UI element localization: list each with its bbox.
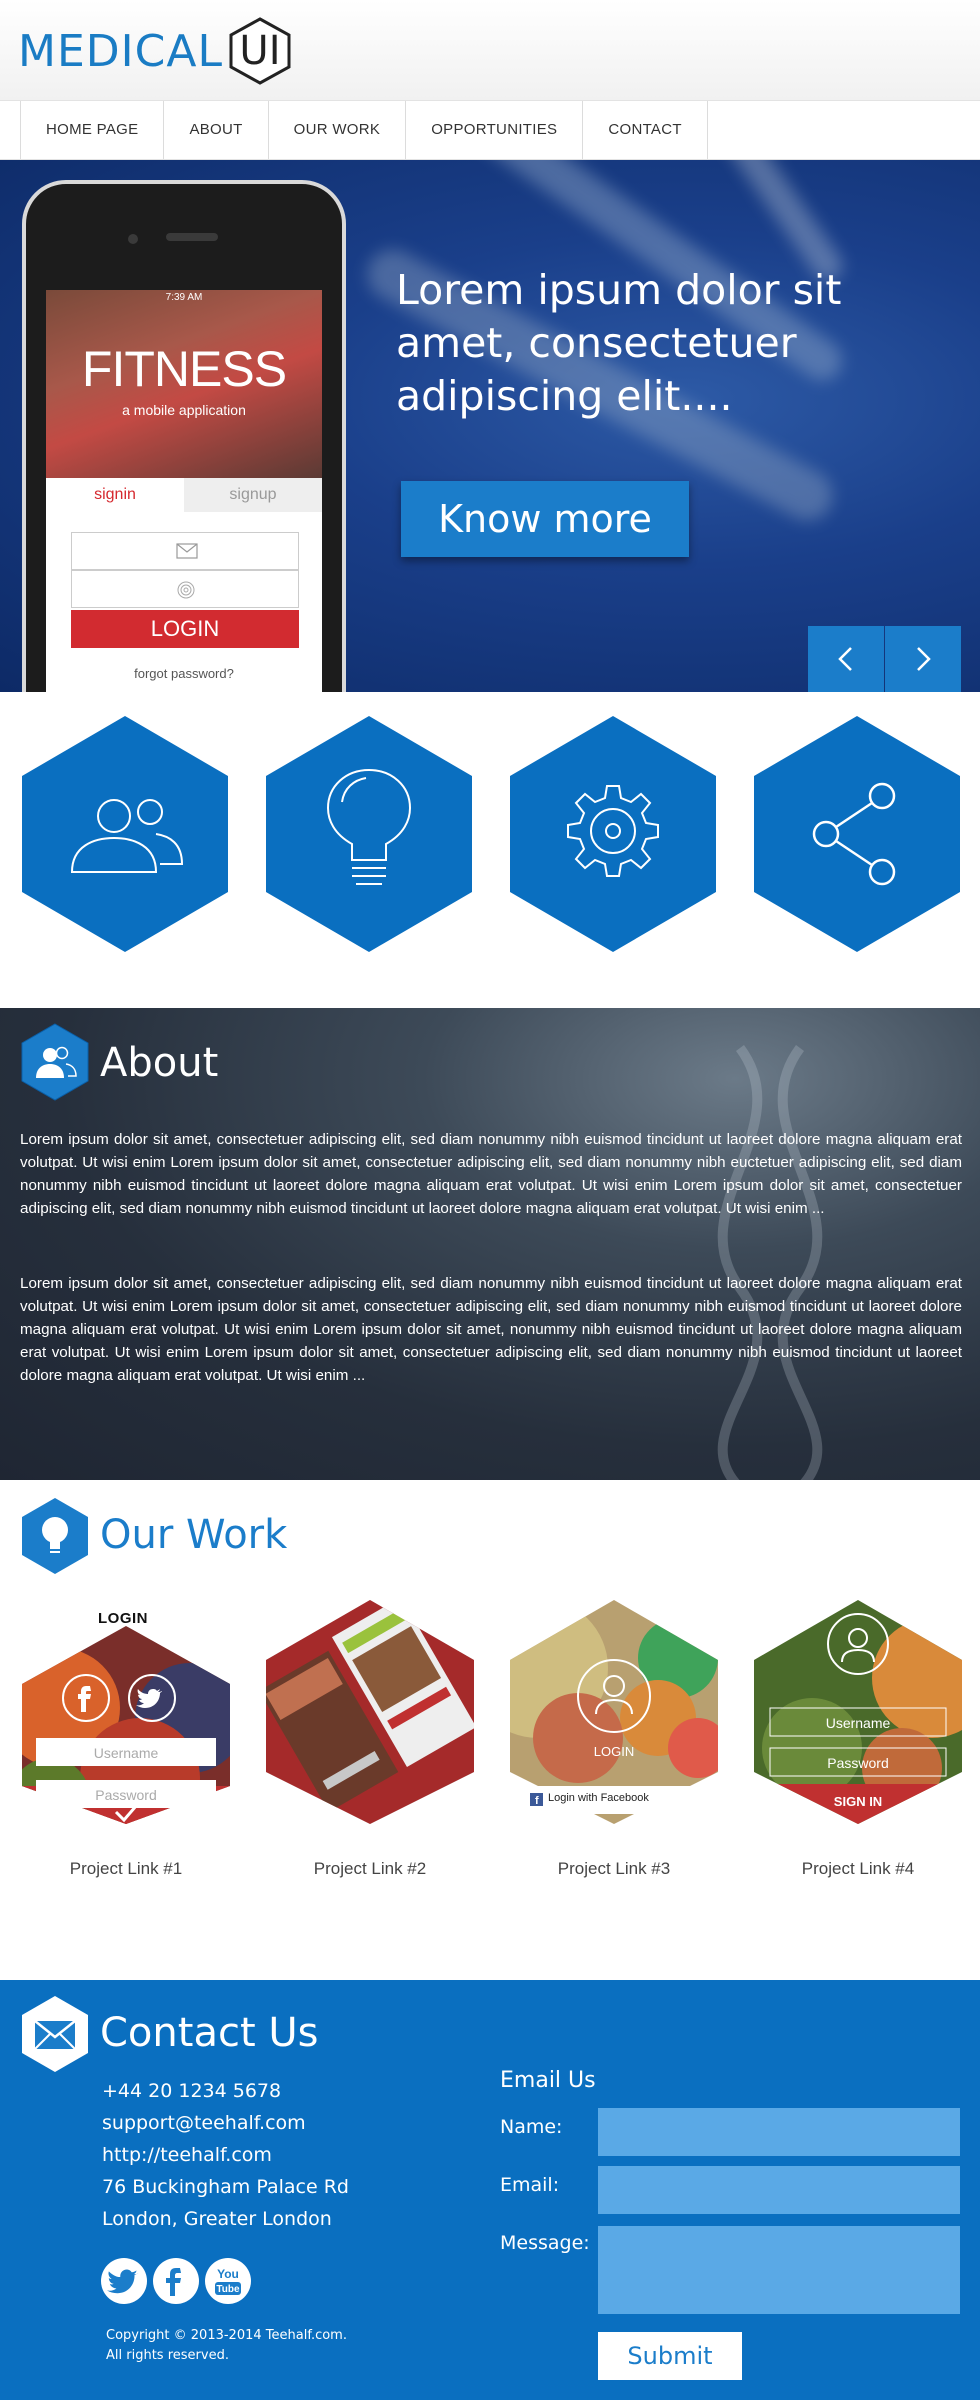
features-section <box>0 692 980 1008</box>
project-3-thumbnail[interactable]: f LOGIN Login with Facebook <box>508 1598 720 1824</box>
feature-share[interactable] <box>752 714 962 954</box>
youtube-wordmark-bottom: Tube <box>216 2284 240 2295</box>
about-paragraph-2: Lorem ipsum dolor sit amet, consectetuer… <box>20 1275 962 1384</box>
youtube-icon: You Tube <box>215 2267 241 2295</box>
project-4-thumbnail[interactable]: Username Password SIGN IN <box>752 1598 964 1824</box>
email-input[interactable] <box>598 2166 960 2214</box>
about-paragraph-1: Lorem ipsum dolor sit amet, consectetuer… <box>20 1131 962 1217</box>
mail-icon <box>176 543 198 559</box>
logo-badge: UI <box>227 16 293 86</box>
name-label: Name: <box>500 2116 563 2138</box>
our-work-section: Our Work LOGIN Username Password f LOGIN… <box>0 1480 980 1980</box>
project-4-sign-in-button: SIGN IN <box>833 1794 883 1809</box>
project-link-4[interactable]: Project Link #4 <box>752 1859 964 1879</box>
fingerprint-field[interactable] <box>71 570 299 608</box>
hero-slider: 7:39 AM FITNESS a mobile application sig… <box>0 160 980 692</box>
logo-text: MEDICAL <box>18 25 223 77</box>
about-section: About Lorem ipsum dolor sit amet, consec… <box>0 1008 980 1480</box>
phone-screen: 7:39 AM FITNESS a mobile application sig… <box>46 290 322 692</box>
twitter-icon <box>106 2269 139 2294</box>
app-subtitle: a mobile application <box>122 402 246 418</box>
project-3-facebook-label: Login with Facebook <box>548 1792 649 1804</box>
nav-item-our-work[interactable]: OUR WORK <box>269 101 407 159</box>
twitter-button[interactable] <box>101 2258 147 2304</box>
hero-headline: Lorem ipsum dolor sit amet, consectetuer… <box>396 266 842 420</box>
nav-item-contact[interactable]: CONTACT <box>583 101 708 159</box>
site-header: MEDICAL UI <box>0 0 980 100</box>
copyright-line-1: Copyright © 2013-2014 Teehalf.com. <box>106 2328 347 2343</box>
facebook-button[interactable] <box>153 2258 199 2304</box>
contact-phone: +44 20 1234 5678 <box>102 2080 282 2102</box>
dna-background <box>717 1045 823 1480</box>
feature-users[interactable] <box>20 714 230 954</box>
project-1-thumbnail[interactable]: Username Password <box>20 1598 232 1824</box>
know-more-button[interactable]: Know more <box>401 481 689 557</box>
app-title: FITNESS <box>81 341 287 397</box>
work-hex-badge <box>22 1498 88 1574</box>
contact-title: Contact Us <box>100 2010 319 2056</box>
main-nav: HOME PAGE ABOUT OUR WORK OPPORTUNITIES C… <box>0 100 980 160</box>
project-1-username-field: Username <box>93 1745 159 1761</box>
facebook-icon <box>166 2268 181 2296</box>
project-link-2[interactable]: Project Link #2 <box>264 1859 476 1879</box>
project-4-password-field: Password <box>827 1755 889 1771</box>
message-label: Message: <box>500 2232 590 2254</box>
slider-prev-button[interactable] <box>808 626 884 692</box>
auth-tabs: signin signup <box>46 478 322 512</box>
logo-badge-text: UI <box>239 28 281 74</box>
copyright-line-2: All rights reserved. <box>106 2348 229 2363</box>
tab-signin[interactable]: signin <box>46 478 184 512</box>
facebook-icon: f <box>530 1793 543 1807</box>
feature-settings[interactable] <box>508 714 718 954</box>
about-hex-badge <box>21 1023 89 1101</box>
slider-next-button[interactable] <box>885 626 961 692</box>
email-form-title: Email Us <box>500 2068 596 2093</box>
phone-mockup: 7:39 AM FITNESS a mobile application sig… <box>22 180 346 692</box>
email-label: Email: <box>500 2174 560 2196</box>
forgot-password-link[interactable]: forgot password? <box>46 666 322 681</box>
our-work-title: Our Work <box>100 1512 288 1558</box>
contact-email[interactable]: support@teehalf.com <box>102 2112 306 2134</box>
status-time: 7:39 AM <box>165 292 203 303</box>
fingerprint-icon <box>177 581 195 599</box>
tab-signup[interactable]: signup <box>184 478 322 512</box>
chevron-left-icon <box>838 647 852 671</box>
chevron-right-icon <box>917 647 931 671</box>
project-4-username-field: Username <box>825 1715 891 1731</box>
svg-text:f: f <box>535 1795 539 1807</box>
nav-item-about[interactable]: ABOUT <box>164 101 269 159</box>
project-link-1[interactable]: Project Link #1 <box>20 1859 232 1879</box>
email-field[interactable] <box>71 532 299 570</box>
logo[interactable]: MEDICAL UI <box>18 16 293 86</box>
project-3-login-label: LOGIN <box>593 1744 635 1759</box>
nav-item-opportunities[interactable]: OPPORTUNITIES <box>406 101 584 159</box>
name-input[interactable] <box>598 2108 960 2156</box>
message-textarea[interactable] <box>598 2226 960 2314</box>
youtube-wordmark-top: You <box>217 2267 239 2281</box>
feature-lightbulb[interactable] <box>264 714 474 954</box>
phone-speaker <box>166 233 218 241</box>
contact-website[interactable]: http://teehalf.com <box>102 2144 272 2166</box>
contact-address-line-1: 76 Buckingham Palace Rd <box>102 2176 349 2198</box>
about-title: About <box>100 1040 219 1086</box>
nav-item-home[interactable]: HOME PAGE <box>21 101 165 159</box>
copyright: Copyright © 2013-2014 Teehalf.com. All r… <box>106 2326 347 2366</box>
phone-camera <box>128 234 138 244</box>
contact-address-line-2: London, Greater London <box>102 2208 332 2230</box>
phone-login-button[interactable]: LOGIN <box>71 610 299 648</box>
contact-section: Contact Us +44 20 1234 5678 support@teeh… <box>0 1980 980 2400</box>
youtube-button[interactable]: You Tube <box>205 2258 251 2304</box>
project-2-thumbnail[interactable] <box>264 1598 476 1824</box>
app-banner: 7:39 AM FITNESS a mobile application <box>46 290 322 478</box>
submit-button[interactable]: Submit <box>598 2332 742 2380</box>
project-link-3[interactable]: Project Link #3 <box>508 1859 720 1879</box>
contact-hex-badge <box>22 1996 88 2072</box>
envelope-icon <box>34 2020 76 2050</box>
project-1-password-field: Password <box>95 1787 157 1803</box>
